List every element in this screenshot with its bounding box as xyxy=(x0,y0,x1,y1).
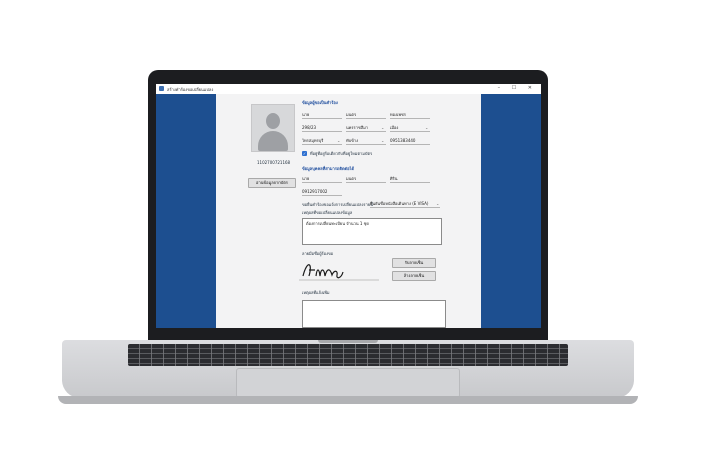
district-select[interactable]: นครราชสีมา xyxy=(346,125,386,132)
chevron-down-icon[interactable]: ⌄ xyxy=(425,125,428,130)
notes-textarea[interactable] xyxy=(302,300,446,328)
applicant-title-field[interactable]: นาย xyxy=(302,112,342,119)
laptop-base-front xyxy=(58,396,638,404)
left-panel xyxy=(156,94,216,328)
right-panel xyxy=(481,94,541,328)
contact-section-title: ข้อมูลบุคคลที่สามารถติดต่อได้ xyxy=(302,166,355,171)
chevron-down-icon[interactable]: ⌄ xyxy=(337,138,340,143)
avatar-placeholder-icon xyxy=(251,104,295,152)
subdistrict-select[interactable]: เมือง xyxy=(390,125,430,132)
request-type-label: ขอยื่นคำร้องขอแจ้งการเปลี่ยนแปลงรายนี้ xyxy=(302,202,373,207)
window-controls[interactable]: – ☐ ✕ xyxy=(498,85,537,91)
details-textarea[interactable]: ต้องการเปลี่ยนทะเบียน จำนวน 1 ชุด xyxy=(302,218,442,245)
applicant-section-title: ข้อมูลผู้ขอเป็นคำร้อง xyxy=(302,100,338,105)
contact-title-field[interactable]: นาย xyxy=(302,176,342,183)
check-icon[interactable]: ✓ xyxy=(302,151,307,156)
id-number: 1102700721168 xyxy=(257,160,291,165)
signature-drawing[interactable] xyxy=(299,258,379,282)
notes-label: เหตุผลที่แจ้งเพิ่ม xyxy=(302,290,330,295)
applicant-last-name-field[interactable]: ทองเพชร xyxy=(390,112,430,119)
applicant-phone-field[interactable]: 0951383440 xyxy=(390,138,430,145)
chevron-down-icon[interactable]: ⌄ xyxy=(381,125,384,130)
laptop-keyboard-rows xyxy=(128,344,568,366)
sign-button[interactable]: รับลายเซ็น xyxy=(392,258,436,268)
chevron-down-icon[interactable]: ⌄ xyxy=(436,201,439,206)
read-card-button[interactable]: อ่านข้อมูลจากบัตร xyxy=(248,178,296,188)
request-type-select[interactable]: ยืนยันชื่อหนังสือเดินทาง (E VISA) xyxy=(370,201,440,208)
window-title: สร้างคำร้องขอเปลี่ยนแปลง xyxy=(167,87,214,92)
request-form: 1102700721168 อ่านข้อมูลจากบัตร ข้อมูลผู… xyxy=(216,94,481,328)
applicant-first-name-field[interactable]: มนตร xyxy=(346,112,386,119)
contact-phone-field[interactable]: 0912917002 xyxy=(302,189,342,196)
zone-select[interactable]: ทับข้าง xyxy=(346,138,386,145)
app-icon xyxy=(159,86,164,91)
province-select[interactable]: ไทรสมุทรบุรี xyxy=(302,138,342,145)
contact-last-name-field[interactable]: ศิริน xyxy=(390,176,430,183)
same-address-label: ที่อยู่ที่อยู่ร้อเดียวกับที่อยู่ใหม่ตามบ… xyxy=(310,151,373,156)
laptop-hinge-notch xyxy=(318,340,378,343)
details-label: เหตุผลที่ขอเปลี่ยนแปลงข้อมูล xyxy=(302,210,353,215)
app-window: สร้างคำร้องขอเปลี่ยนแปลง – ☐ ✕ 110270072… xyxy=(156,84,541,328)
clear-signature-button[interactable]: ล้างลายเซ็น xyxy=(392,271,436,281)
chevron-down-icon[interactable]: ⌄ xyxy=(381,138,384,143)
laptop-trackpad xyxy=(236,368,460,398)
contact-first-name-field[interactable]: มนตร xyxy=(346,176,386,183)
house-number-field[interactable]: 298/23 xyxy=(302,125,342,132)
signature-label: ลายมือชื่อผู้ร้องขอ xyxy=(302,251,334,256)
